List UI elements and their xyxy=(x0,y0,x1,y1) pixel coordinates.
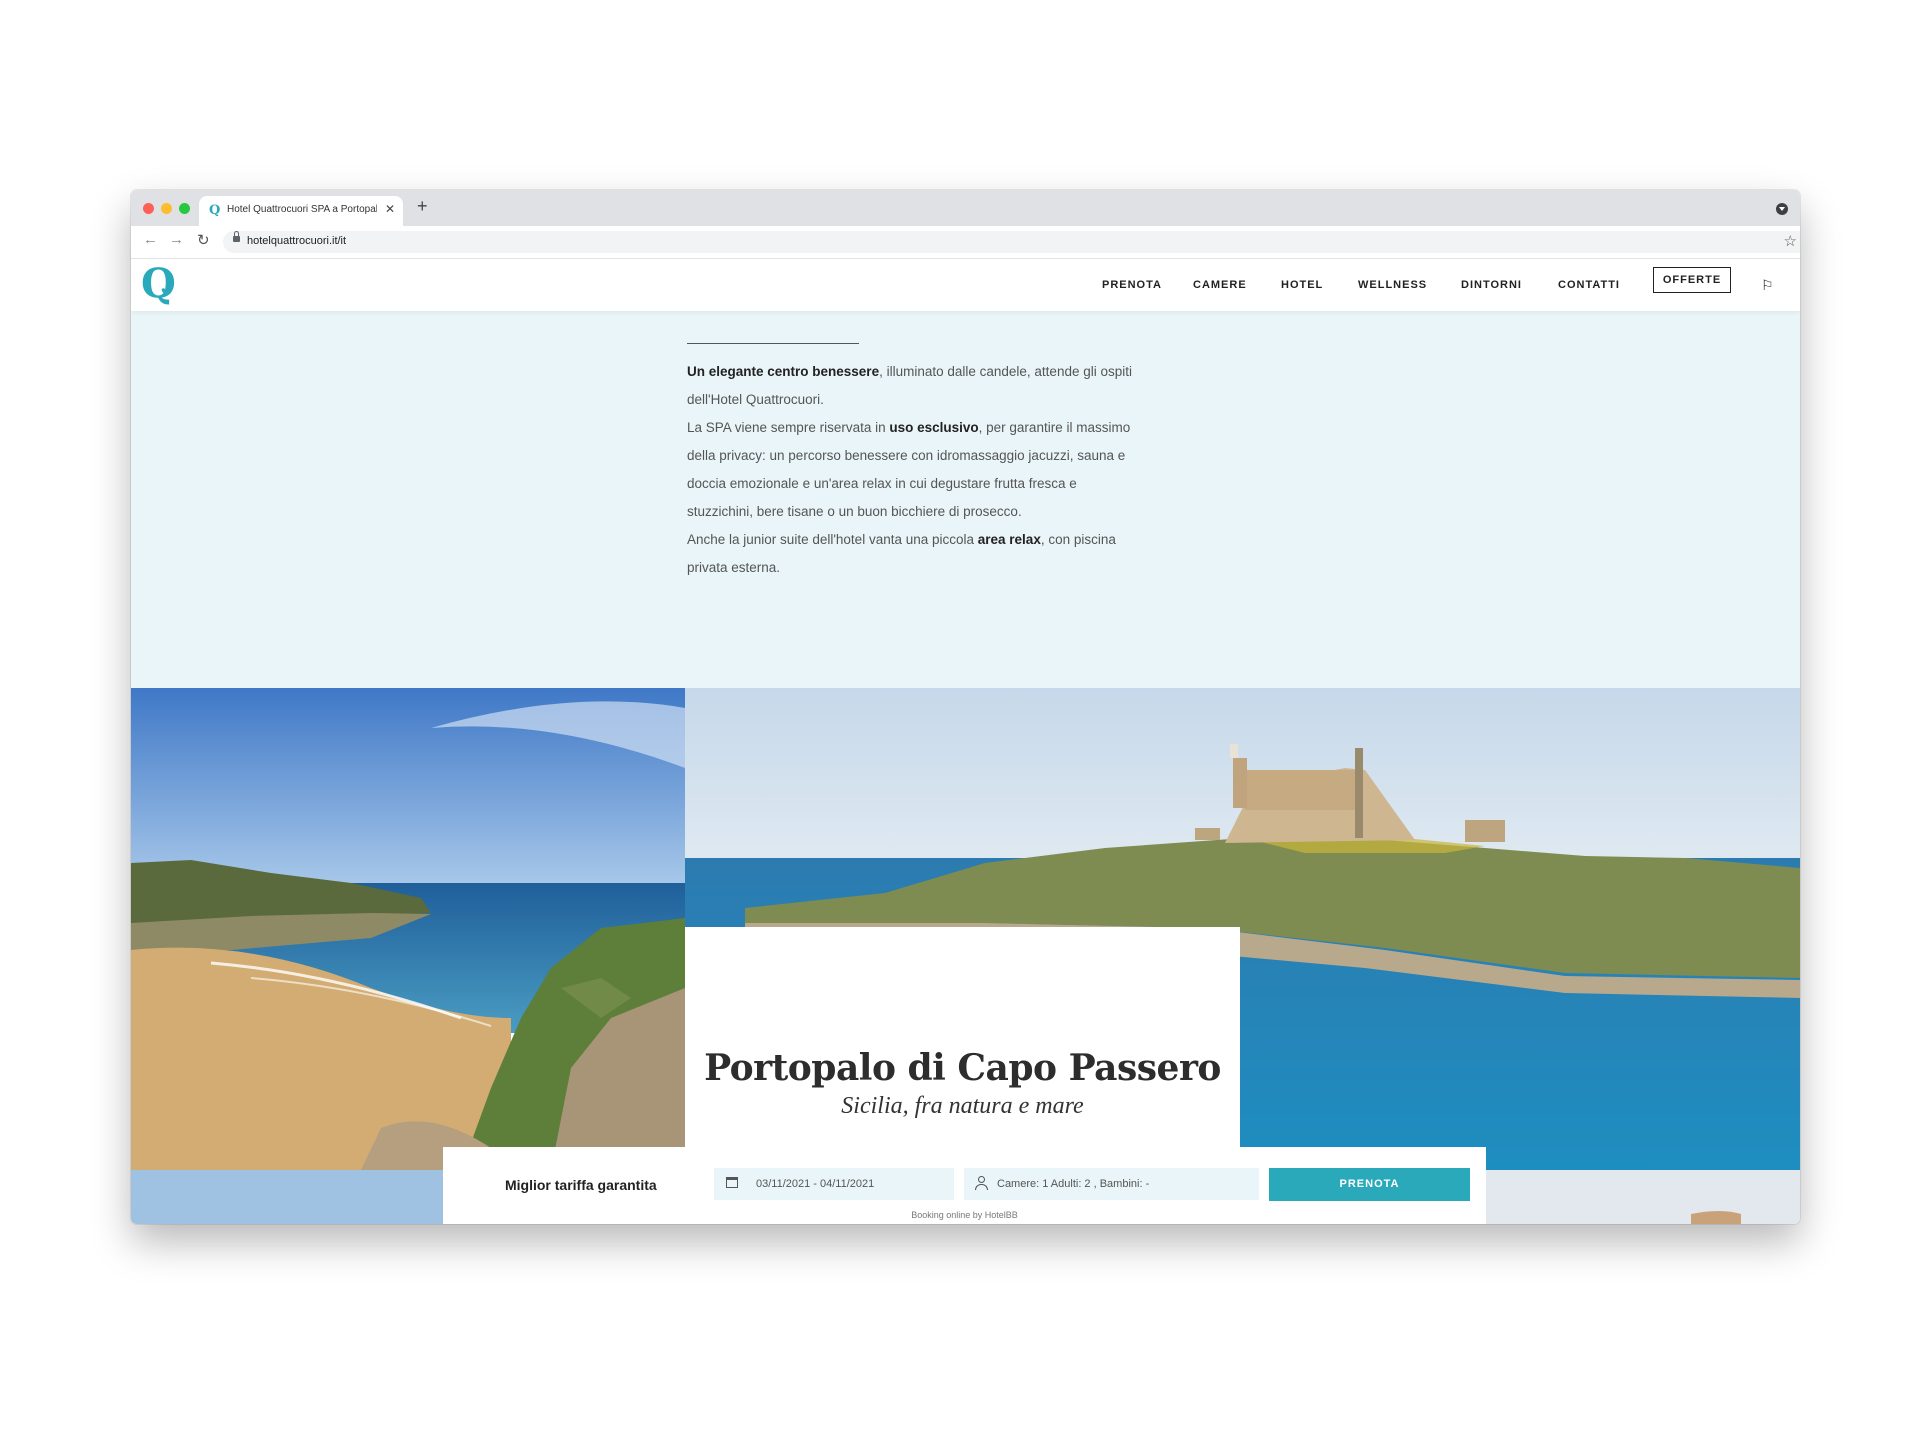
nav-contatti[interactable]: CONTATTI xyxy=(1558,279,1620,291)
lock-icon xyxy=(233,231,240,242)
favicon-icon: Q xyxy=(209,203,221,218)
new-tab-button[interactable]: + xyxy=(417,196,428,217)
location-card: Portopalo di Capo Passero Sicilia, fra n… xyxy=(685,927,1240,1170)
logo[interactable]: Q xyxy=(141,262,176,306)
nav-hotel[interactable]: HOTEL xyxy=(1281,279,1323,291)
tab-strip: Q Hotel Quattrocuori SPA a Portopalo ✕ + xyxy=(131,190,1800,226)
nav-dintorni[interactable]: DINTORNI xyxy=(1461,279,1522,291)
calendar-icon xyxy=(726,1177,738,1188)
spa-highlight: Un elegante centro benessere xyxy=(687,364,880,379)
spa-section: Un elegante centro benessere, illuminato… xyxy=(131,311,1800,891)
minimize-window-button[interactable] xyxy=(161,203,172,214)
offers-button[interactable]: OFFERTE xyxy=(1653,267,1731,293)
booking-bar: Miglior tariffa garantita 03/11/2021 - 0… xyxy=(443,1147,1486,1224)
tab-title: Hotel Quattrocuori SPA a Portopalo xyxy=(227,204,377,215)
browser-window: Q Hotel Quattrocuori SPA a Portopalo ✕ +… xyxy=(131,190,1800,1224)
close-tab-icon[interactable]: ✕ xyxy=(385,202,395,216)
close-window-button[interactable] xyxy=(143,203,154,214)
best-rate-label: Miglior tariffa garantita xyxy=(505,1177,657,1193)
divider xyxy=(687,343,859,344)
maximize-window-button[interactable] xyxy=(179,203,190,214)
guests-field[interactable]: Camere: 1 Adulti: 2 , Bambini: - xyxy=(964,1168,1259,1200)
nav-wellness[interactable]: WELLNESS xyxy=(1358,279,1427,291)
beach-photo xyxy=(131,688,685,1170)
star-icon[interactable]: ☆ xyxy=(1784,232,1797,250)
date-range-value[interactable]: 03/11/2021 - 04/11/2021 xyxy=(756,1178,874,1190)
site-header: Q ♥ PRENOTA CAMERE HOTEL WELLNESS DINTOR… xyxy=(131,259,1800,311)
back-icon[interactable]: ← xyxy=(143,231,158,248)
location-title: Portopalo di Capo Passero xyxy=(704,1047,1221,1089)
date-range-field[interactable]: 03/11/2021 - 04/11/2021 xyxy=(714,1168,954,1200)
spa-paragraph-1: Un elegante centro benessere, illuminato… xyxy=(687,358,1137,414)
location-subtitle: Sicilia, fra natura e mare xyxy=(841,1093,1084,1119)
book-button[interactable]: PRENOTA xyxy=(1269,1168,1470,1201)
spa-text-2a: La SPA viene sempre riservata in xyxy=(687,420,890,435)
flag-icon[interactable]: ⚐ xyxy=(1761,277,1774,294)
spa-text-3a: Anche la junior suite dell'hotel vanta u… xyxy=(687,532,978,547)
spa-highlight: uso esclusivo xyxy=(889,420,979,435)
spa-paragraph-2: La SPA viene sempre riservata in uso esc… xyxy=(687,414,1137,526)
nav-camere[interactable]: CAMERE xyxy=(1193,279,1247,291)
address-bar[interactable]: hotelquattrocuori.it/it ☆ xyxy=(223,231,1800,253)
reload-icon[interactable]: ↻ xyxy=(197,231,210,249)
spa-description: Un elegante centro benessere, illuminato… xyxy=(687,358,1137,582)
spa-highlight: area relax xyxy=(977,532,1041,547)
browser-tab[interactable]: Q Hotel Quattrocuori SPA a Portopalo ✕ xyxy=(199,196,403,226)
forward-icon[interactable]: → xyxy=(169,231,184,248)
guests-value[interactable]: Camere: 1 Adulti: 2 , Bambini: - xyxy=(997,1178,1149,1190)
url-text[interactable]: hotelquattrocuori.it/it xyxy=(247,235,346,247)
browser-toolbar: ← → ↻ hotelquattrocuori.it/it ☆ xyxy=(131,226,1800,259)
user-icon xyxy=(974,1176,988,1190)
nav-prenota[interactable]: PRENOTA xyxy=(1102,279,1162,291)
heart-icon: ♥ xyxy=(161,283,170,299)
profile-icon[interactable] xyxy=(1776,203,1788,215)
spa-paragraph-3: Anche la junior suite dell'hotel vanta u… xyxy=(687,526,1137,582)
booking-credit: Booking online by HotelBB xyxy=(911,1210,1018,1220)
